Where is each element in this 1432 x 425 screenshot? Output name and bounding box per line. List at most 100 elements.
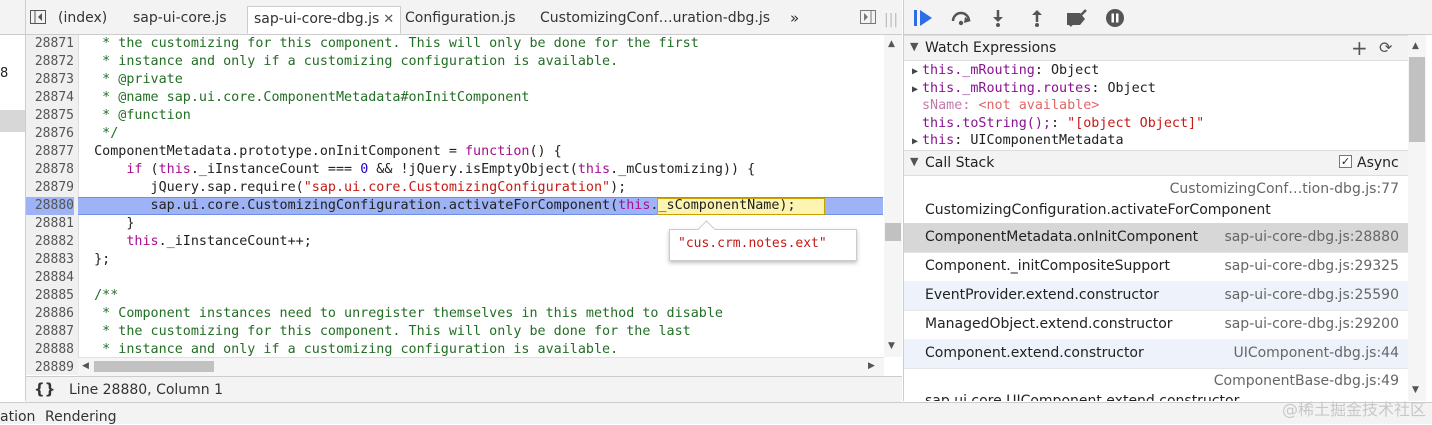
- code-line: * the customizing for this component. Th…: [78, 36, 699, 51]
- call-frame-location[interactable]: ComponentBase-dbg.js:49: [1214, 373, 1399, 389]
- line-number[interactable]: 28874: [26, 89, 74, 107]
- scroll-left-arrow-icon[interactable]: ◀: [82, 361, 89, 371]
- step-out-icon[interactable]: [1030, 9, 1044, 32]
- code-line: * @name sap.ui.core.ComponentMetadata#on…: [78, 90, 530, 105]
- tab-sap-ui-core[interactable]: sap-ui-core.js: [133, 6, 227, 34]
- drag-handle-icon[interactable]: |||: [884, 8, 898, 36]
- call-frame-function: CustomizingConfiguration.activateForComp…: [925, 202, 1271, 218]
- tab-customizing-configuration[interactable]: CustomizingConf…uration-dbg.js: [540, 6, 770, 34]
- call-frame-function: EventProvider.extend.constructor: [925, 287, 1159, 303]
- scroll-up-arrow-icon[interactable]: ▲: [888, 39, 895, 49]
- call-frame-function: ComponentMetadata.onInitComponent: [925, 229, 1199, 245]
- call-frame[interactable]: Component._initCompositeSupport sap-ui-c…: [904, 252, 1409, 282]
- code-line: this._iInstanceCount++;: [126, 234, 312, 249]
- scroll-down-arrow-icon[interactable]: ▼: [1412, 385, 1419, 395]
- debugger-sidebar: ▼ Watch Expressions + ⟳ ▶ this._mRouting:…: [903, 35, 1409, 401]
- refresh-watch-icon[interactable]: ⟳: [1379, 38, 1392, 57]
- line-number[interactable]: 28882: [26, 233, 74, 251]
- value-popover[interactable]: "cus.crm.notes.ext": [669, 220, 857, 261]
- expand-triangle-icon[interactable]: ▶: [908, 133, 922, 151]
- code-line: * Component instances need to unregister…: [78, 306, 723, 321]
- code-line-current: sap.ui.core.CustomizingConfiguration.act…: [78, 198, 796, 213]
- step-into-icon[interactable]: [991, 9, 1005, 32]
- editor-tab-bar: (index) sap-ui-core.js sap-ui-core-dbg.j…: [26, 0, 902, 35]
- watch-item[interactable]: this.toString();: "[object Object]": [908, 115, 1204, 133]
- line-number[interactable]: 28887: [26, 323, 74, 341]
- call-frame-location[interactable]: sap-ui-core-dbg.js:29325: [1224, 258, 1399, 274]
- line-number[interactable]: 28883: [26, 251, 74, 269]
- call-frame-location[interactable]: CustomizingConf…tion-dbg.js:77: [1170, 181, 1399, 197]
- call-frame[interactable]: Component.extend.constructor UIComponent…: [904, 339, 1409, 369]
- close-tab-icon[interactable]: ✕: [383, 12, 394, 27]
- sidebar-vertical-scrollbar[interactable]: ▲ ▼: [1408, 35, 1426, 401]
- watch-item[interactable]: ▶ this._mRouting.routes: Object: [908, 80, 1156, 98]
- collapse-triangle-icon[interactable]: ▼: [910, 40, 918, 53]
- watch-item[interactable]: sName: <not available>: [908, 97, 1099, 115]
- watch-expressions-title: Watch Expressions: [925, 40, 1057, 56]
- tab-configuration[interactable]: Configuration.js: [405, 6, 516, 34]
- line-number[interactable]: 28871: [26, 35, 74, 53]
- async-checkbox[interactable]: ✓: [1339, 155, 1352, 168]
- line-number[interactable]: 28884: [26, 269, 74, 287]
- line-number[interactable]: 28876: [26, 125, 74, 143]
- resume-icon[interactable]: [913, 9, 933, 32]
- toggle-debugger-sidebar-icon[interactable]: [860, 8, 878, 36]
- navigator-selected-row[interactable]: [0, 110, 25, 132]
- watch-item[interactable]: ▶ this._mRouting: Object: [908, 62, 1099, 80]
- line-number[interactable]: 28885: [26, 287, 74, 305]
- tab-sap-ui-core-dbg[interactable]: sap-ui-core-dbg.js ✕: [247, 6, 402, 34]
- line-number[interactable]: 28878: [26, 161, 74, 179]
- pause-on-exceptions-icon[interactable]: [1105, 8, 1125, 33]
- popover-value[interactable]: "cus.crm.notes.ext": [678, 236, 827, 251]
- scrollbar-thumb[interactable]: [1409, 57, 1425, 142]
- call-frame-function: sap.ui.core.UIComponent.extend.construct…: [925, 393, 1240, 401]
- line-number[interactable]: 28873: [26, 71, 74, 89]
- toggle-navigator-icon[interactable]: [30, 8, 46, 36]
- navigator-partial-text: 8: [0, 66, 9, 81]
- call-frame-location[interactable]: UIComponent-dbg.js:44: [1233, 345, 1399, 361]
- call-frame-location[interactable]: sap-ui-core-dbg.js:29200: [1224, 316, 1399, 332]
- scroll-right-arrow-icon[interactable]: ▶: [868, 361, 875, 371]
- editor-horizontal-scrollbar[interactable]: ◀ ▶: [78, 357, 884, 376]
- line-number[interactable]: 28879: [26, 179, 74, 197]
- expand-triangle-icon[interactable]: ▶: [908, 63, 922, 81]
- add-watch-icon[interactable]: +: [1351, 36, 1368, 60]
- step-over-icon[interactable]: [950, 10, 972, 31]
- call-frame[interactable]: ManagedObject.extend.constructor sap-ui-…: [904, 310, 1409, 340]
- call-frame-location[interactable]: sap-ui-core-dbg.js:28880: [1224, 229, 1399, 245]
- code-line: * @function: [78, 108, 191, 123]
- deactivate-breakpoints-icon[interactable]: [1066, 9, 1090, 32]
- collapse-triangle-icon[interactable]: ▼: [910, 155, 918, 168]
- scroll-up-arrow-icon[interactable]: ▲: [1412, 41, 1419, 51]
- code-line: * the customizing for this component. Th…: [78, 324, 691, 339]
- line-number[interactable]: 28888: [26, 341, 74, 359]
- code-line: ComponentMetadata.prototype.onInitCompon…: [78, 144, 562, 159]
- line-number[interactable]: 28889: [26, 359, 74, 375]
- call-frame[interactable]: EventProvider.extend.constructor sap-ui-…: [904, 281, 1409, 311]
- line-number-current[interactable]: 28880: [26, 197, 74, 215]
- line-number[interactable]: 28886: [26, 305, 74, 323]
- line-number[interactable]: 28881: [26, 215, 74, 233]
- tabs-overflow-icon[interactable]: »: [790, 6, 799, 34]
- call-stack-header[interactable]: ▼ Call Stack ✓ Async: [904, 150, 1409, 176]
- line-number[interactable]: 28875: [26, 107, 74, 125]
- tab-index[interactable]: (index): [58, 6, 107, 34]
- scroll-down-arrow-icon[interactable]: ▼: [888, 341, 895, 351]
- code-line: */: [78, 126, 119, 141]
- async-label: Async: [1357, 155, 1399, 171]
- tab-label: sap-ui-core-dbg.js: [254, 11, 380, 27]
- watch-expressions-header[interactable]: ▼ Watch Expressions + ⟳: [904, 35, 1409, 61]
- line-number[interactable]: 28877: [26, 143, 74, 161]
- code-line: if (this._iInstanceCount === 0 && !jQuer…: [126, 162, 756, 177]
- call-frame[interactable]: CustomizingConf…tion-dbg.js:77 Customizi…: [904, 175, 1409, 224]
- scrollbar-thumb[interactable]: [885, 223, 901, 241]
- watch-item[interactable]: ▶ this: UIComponentMetadata: [908, 132, 1124, 150]
- scrollbar-thumb[interactable]: [94, 361, 214, 372]
- watermark-text: @稀土掘金技术社区: [1281, 400, 1426, 419]
- call-frame-selected[interactable]: ComponentMetadata.onInitComponent sap-ui…: [904, 223, 1409, 253]
- call-frame-location[interactable]: sap-ui-core-dbg.js:25590: [1224, 287, 1399, 303]
- source-editor[interactable]: 28871 28872 28873 28874 28875 28876 2887…: [26, 35, 902, 375]
- editor-vertical-scrollbar[interactable]: ▲ ▼: [884, 35, 902, 357]
- pretty-print-icon[interactable]: {}: [34, 380, 55, 398]
- line-number[interactable]: 28872: [26, 53, 74, 71]
